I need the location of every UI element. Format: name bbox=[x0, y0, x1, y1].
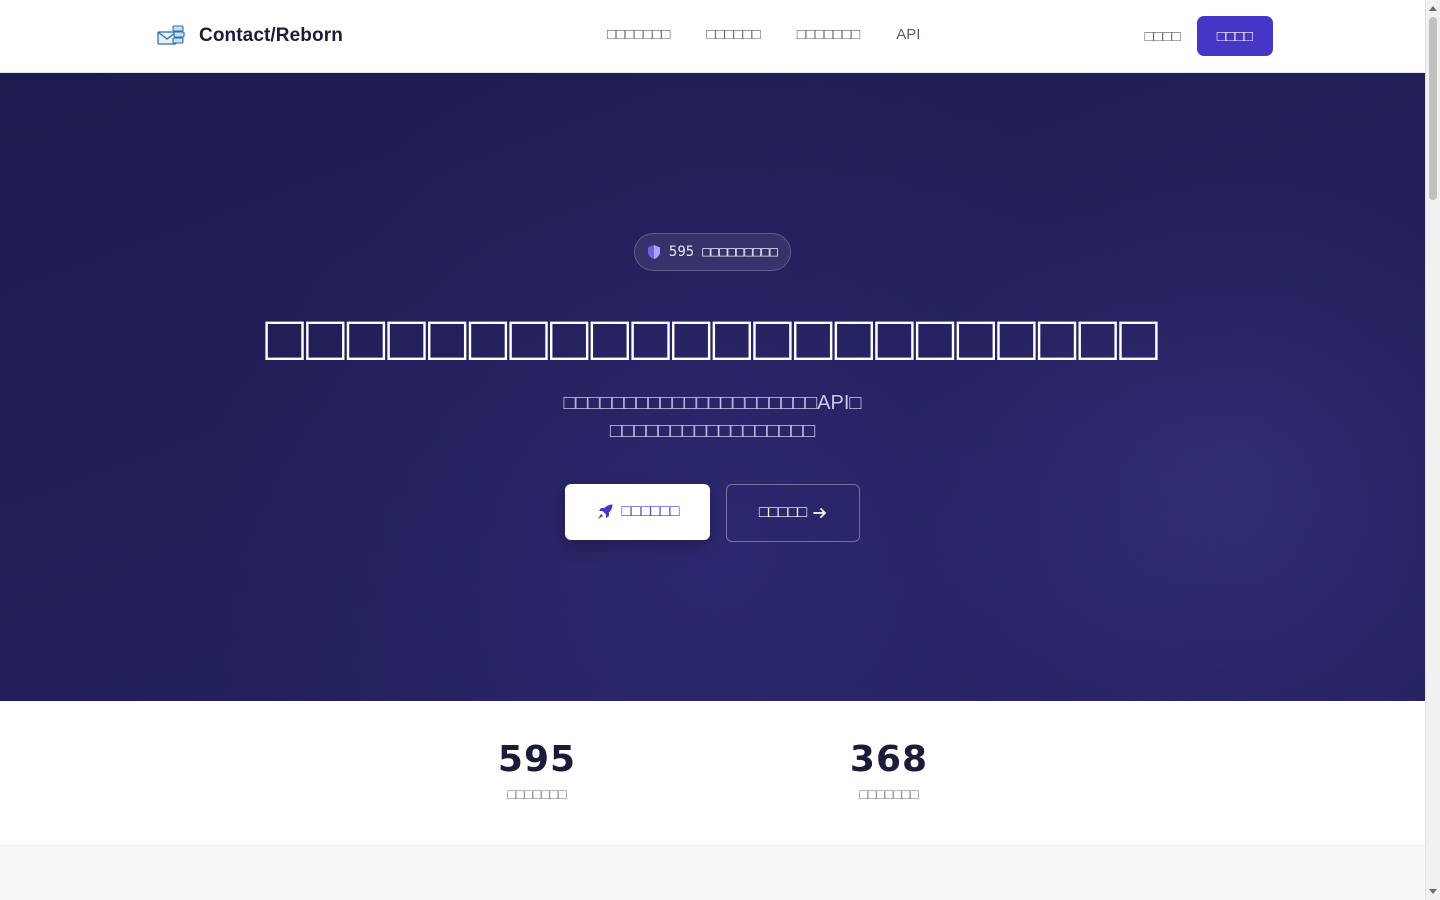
nav-link-2[interactable]: □□□□□□ bbox=[706, 26, 760, 43]
stat-value: 368 bbox=[849, 739, 929, 780]
stat-label: □□□□□□□ bbox=[859, 786, 919, 802]
stat-item: 368 □□□□□□□ bbox=[789, 739, 989, 802]
login-link[interactable]: □□□□ bbox=[1145, 28, 1181, 45]
shield-icon bbox=[647, 245, 660, 259]
scrollbar-thumb[interactable] bbox=[1429, 17, 1437, 200]
rocket-icon bbox=[597, 504, 612, 519]
learn-more-button[interactable]: □□□□□ bbox=[726, 484, 860, 542]
stat-value: 595 bbox=[497, 739, 577, 780]
scroll-down-arrow-icon[interactable] bbox=[1429, 889, 1437, 894]
stats-section: 595 □□□□□□□ 368 □□□□□□□ bbox=[0, 701, 1425, 845]
learn-more-label: □□□□□ bbox=[758, 504, 808, 521]
hero-subtitle-line-2: □□□□□□□□□□□□□□□□□ bbox=[609, 420, 816, 442]
signup-button[interactable]: □□□□ bbox=[1196, 16, 1273, 56]
top-navbar: Contact/Reborn □□□□□□□ □□□□□□ □□□□□□□ AP… bbox=[0, 0, 1425, 73]
brand-logo[interactable]: Contact/Reborn bbox=[157, 22, 343, 50]
page-scrollbar[interactable] bbox=[1425, 0, 1440, 900]
nav-link-3[interactable]: □□□□□□□ bbox=[797, 26, 860, 43]
get-started-button[interactable]: □□□□□□ bbox=[565, 484, 710, 540]
stat-label: □□□□□□□ bbox=[507, 786, 567, 802]
hero-subtitle-line-1: □□□□□□□□□□□□□□□□□□□□□API□ bbox=[563, 392, 862, 414]
brand-name: Contact/Reborn bbox=[199, 25, 343, 46]
badge-text: □□□□□□□□□ bbox=[702, 244, 779, 260]
hero-buttons: □□□□□□ □□□□□ bbox=[565, 484, 860, 542]
next-section bbox=[0, 845, 1425, 900]
envelope-stack-icon bbox=[157, 25, 185, 45]
arrow-right-icon bbox=[813, 508, 827, 518]
nav-link-api[interactable]: API bbox=[896, 26, 920, 43]
nav-links: □□□□□□□ □□□□□□ □□□□□□□ API bbox=[607, 26, 920, 43]
hero-section: 595 □□□□□□□□□ □□□□□□□□□□□□□□□□□□□□□□ □□□… bbox=[0, 73, 1425, 701]
hero-subtitle: □□□□□□□□□□□□□□□□□□□□□API□ □□□□□□□□□□□□□□… bbox=[0, 389, 1425, 445]
scroll-up-arrow-icon[interactable] bbox=[1429, 6, 1437, 11]
nav-link-1[interactable]: □□□□□□□ bbox=[607, 26, 670, 43]
stat-item: 595 □□□□□□□ bbox=[437, 739, 637, 802]
badge-count: 595 bbox=[668, 244, 695, 260]
hero-title: □□□□□□□□□□□□□□□□□□□□□□ bbox=[265, 302, 1160, 374]
hero-badge: 595 □□□□□□□□□ bbox=[634, 233, 791, 271]
nav-actions: □□□□ □□□□ bbox=[1145, 16, 1273, 56]
get-started-label: □□□□□□ bbox=[621, 503, 680, 520]
